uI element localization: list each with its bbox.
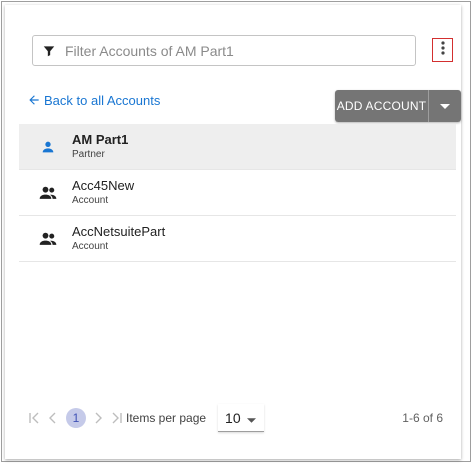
caret-down-icon — [440, 97, 450, 115]
pagination: 1 Items per page 10 1-6 of 6 — [27, 404, 447, 432]
group-icon — [38, 183, 58, 203]
list-item[interactable]: AM Part1 Partner — [19, 124, 456, 170]
back-link-label: Back to all Accounts — [44, 92, 161, 108]
filter-input[interactable] — [65, 42, 415, 59]
list-item[interactable]: Acc45New Account — [19, 170, 456, 216]
add-account-dropdown-button[interactable] — [428, 90, 461, 122]
next-page-icon[interactable] — [91, 411, 105, 425]
list-item-text: Acc45New Account — [72, 178, 134, 207]
group-icon — [38, 229, 58, 249]
more-options-button[interactable] — [432, 38, 453, 62]
more-vert-icon — [440, 40, 445, 60]
list-item-text: AM Part1 Partner — [72, 132, 128, 161]
caret-down-icon — [247, 410, 257, 426]
first-page-icon[interactable] — [27, 411, 41, 425]
page-range: 1-6 of 6 — [402, 411, 443, 425]
add-account-button[interactable]: ADD ACCOUNT — [335, 90, 428, 122]
items-per-page-value: 10 — [225, 409, 241, 426]
accounts-list: AM Part1 Partner Acc45New Account AccNet… — [19, 124, 456, 262]
back-to-accounts-link[interactable]: Back to all Accounts — [27, 91, 160, 109]
last-page-icon[interactable] — [110, 411, 124, 425]
person-icon — [38, 137, 58, 157]
filter-field[interactable] — [32, 35, 416, 66]
filter-icon — [42, 44, 56, 58]
account-name: AM Part1 — [72, 132, 129, 147]
list-item[interactable]: AccNetsuitePart Account — [19, 216, 456, 262]
account-type: Account — [72, 241, 109, 252]
items-per-page-label: Items per page — [126, 411, 207, 425]
arrow-left-icon — [27, 93, 41, 107]
current-page[interactable]: 1 — [66, 408, 86, 428]
list-item-text: AccNetsuitePart Account — [72, 224, 165, 253]
account-type: Partner — [72, 149, 105, 160]
add-account-split-button: ADD ACCOUNT — [335, 90, 461, 122]
account-type: Account — [72, 195, 109, 206]
items-per-page-select[interactable]: 10 — [218, 404, 265, 432]
previous-page-icon[interactable] — [46, 411, 60, 425]
account-name: Acc45New — [72, 178, 135, 193]
account-name: AccNetsuitePart — [72, 224, 166, 239]
